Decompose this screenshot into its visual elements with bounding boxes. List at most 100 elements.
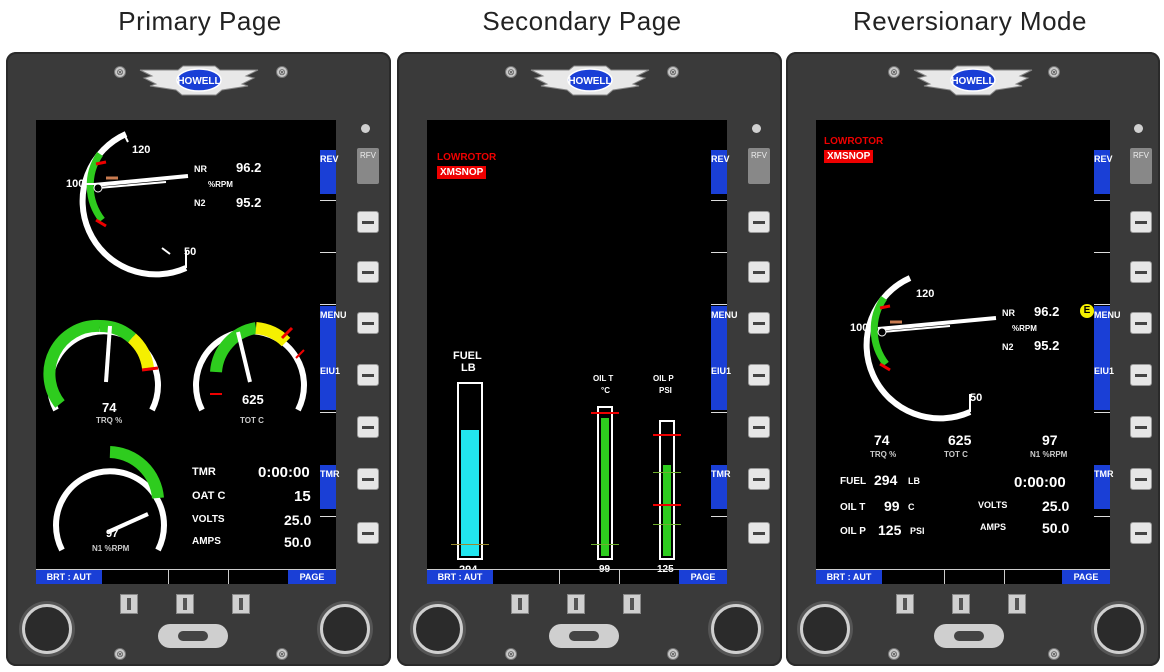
primary-display-bezel: ⊗ ⊗ HOWELL RFV REV MENU EIU1 TMR 120 100…: [6, 52, 391, 666]
bottom-button-1[interactable]: [120, 594, 138, 614]
bottom-button-2[interactable]: [952, 594, 970, 614]
right-bezel-button-3[interactable]: [1130, 312, 1152, 334]
rev-softkey[interactable]: REV: [1094, 150, 1113, 194]
bottom-button-3[interactable]: [1008, 594, 1026, 614]
rfv-key[interactable]: RFV: [748, 148, 770, 184]
right-bezel-button-5[interactable]: [1130, 416, 1152, 438]
screw-icon: ⊗: [888, 648, 900, 660]
right-bezel-button-2[interactable]: [357, 261, 379, 283]
primary-page-title: Primary Page: [118, 6, 282, 36]
right-bezel-button-4[interactable]: [748, 364, 770, 386]
tmr-label: TMR: [192, 466, 216, 478]
oil-temp-label: OIL T: [593, 374, 614, 383]
screw-icon: ⊗: [667, 648, 679, 660]
right-bezel-button-6[interactable]: [357, 468, 379, 490]
left-rotary-knob[interactable]: [800, 604, 850, 654]
eiu-softkey[interactable]: EIU1: [711, 362, 731, 410]
right-bezel-button-6[interactable]: [1130, 468, 1152, 490]
menu-softkey[interactable]: MENU: [711, 306, 738, 362]
volts-value: 25.0: [1042, 498, 1070, 514]
tot-gauge: [193, 322, 307, 412]
right-bezel-button-4[interactable]: [357, 364, 379, 386]
brightness-softkey[interactable]: BRT : AUT: [816, 570, 882, 584]
right-bezel-button-3[interactable]: [748, 312, 770, 334]
reversionary-display-bezel: ⊗ ⊗ HOWELL RFV REV MENU EIU1 TMR LOWROTO…: [786, 52, 1160, 666]
rotor-tick-50: 50: [970, 392, 983, 404]
reversionary-mode-title: Reversionary Mode: [853, 6, 1087, 36]
trq-label: TRQ %: [870, 450, 897, 459]
rotor-tick-120: 120: [916, 288, 935, 300]
oat-value: 15: [294, 488, 311, 505]
brand-text: HOWELL: [568, 76, 611, 87]
brightness-softkey[interactable]: BRT : AUT: [427, 570, 493, 584]
bottom-button-2[interactable]: [567, 594, 585, 614]
screw-icon: ⊗: [1048, 66, 1060, 78]
n2-label: N2: [1002, 342, 1014, 352]
left-rotary-knob[interactable]: [22, 604, 72, 654]
screw-icon: ⊗: [114, 648, 126, 660]
right-bezel-button-7[interactable]: [357, 522, 379, 544]
right-bezel-button-3[interactable]: [357, 312, 379, 334]
right-rotary-knob[interactable]: [711, 604, 761, 654]
nr-label: NR: [194, 164, 207, 174]
center-slot-control[interactable]: [934, 624, 1004, 648]
right-rotary-knob[interactable]: [1094, 604, 1144, 654]
right-bezel-button-5[interactable]: [748, 416, 770, 438]
center-slot-control[interactable]: [158, 624, 228, 648]
page-softkey[interactable]: PAGE: [679, 570, 727, 584]
bottom-button-3[interactable]: [232, 594, 250, 614]
tmr-softkey[interactable]: TMR: [320, 465, 340, 509]
amps-label: AMPS: [192, 536, 221, 547]
xmsnop-alert: XMSNOP: [437, 166, 487, 179]
screw-icon: ⊗: [505, 648, 517, 660]
rev-softkey[interactable]: REV: [711, 150, 730, 194]
bottom-button-3[interactable]: [623, 594, 641, 614]
right-bezel-button-1[interactable]: [748, 211, 770, 233]
center-slot-control[interactable]: [549, 624, 619, 648]
n2-label: N2: [194, 198, 206, 208]
right-bezel-button-7[interactable]: [748, 522, 770, 544]
low-rotor-alert: LOWROTOR: [824, 136, 884, 147]
bottom-softkey-bar: BRT : AUT PAGE: [36, 569, 336, 584]
right-bezel-button-1[interactable]: [357, 211, 379, 233]
rev-softkey[interactable]: REV: [320, 150, 339, 194]
tmr-softkey[interactable]: TMR: [711, 465, 731, 509]
screw-icon: ⊗: [505, 66, 517, 78]
bottom-button-1[interactable]: [511, 594, 529, 614]
right-bezel-button-6[interactable]: [748, 468, 770, 490]
screw-icon: ⊗: [1048, 648, 1060, 660]
menu-softkey[interactable]: MENU: [1094, 306, 1121, 362]
tmr-softkey[interactable]: TMR: [1094, 465, 1114, 509]
howell-logo: HOWELL: [139, 65, 258, 96]
rfv-key[interactable]: RFV: [1130, 148, 1152, 184]
page-softkey[interactable]: PAGE: [1062, 570, 1110, 584]
tot-value: 625: [242, 392, 264, 407]
n1-value: 97: [106, 528, 119, 540]
brand-text: HOWELL: [951, 76, 994, 87]
reversionary-screen: REV MENU EIU1 TMR LOWROTOR XMSNOP 120 10…: [816, 120, 1121, 584]
bottom-button-2[interactable]: [176, 594, 194, 614]
n2-value: 95.2: [1034, 338, 1060, 353]
screw-icon: ⊗: [276, 648, 288, 660]
rotor-rpm-gauge: [79, 131, 189, 278]
left-rotary-knob[interactable]: [413, 604, 463, 654]
n2-value: 95.2: [236, 195, 262, 210]
rpm-unit: %RPM: [208, 180, 233, 189]
brightness-softkey[interactable]: BRT : AUT: [36, 570, 102, 584]
rfv-key[interactable]: RFV: [357, 148, 379, 184]
right-bezel-button-5[interactable]: [357, 416, 379, 438]
right-bezel-button-1[interactable]: [1130, 211, 1152, 233]
right-bezel-button-7[interactable]: [1130, 522, 1152, 544]
right-bezel-button-4[interactable]: [1130, 364, 1152, 386]
eiu-softkey[interactable]: EIU1: [1094, 362, 1114, 410]
page-softkey[interactable]: PAGE: [288, 570, 336, 584]
right-rotary-knob[interactable]: [320, 604, 370, 654]
right-bezel-button-2[interactable]: [748, 261, 770, 283]
bottom-button-1[interactable]: [896, 594, 914, 614]
oil-temp-bar: [597, 406, 613, 560]
tot-label: TOT C: [240, 416, 264, 425]
rotor-tick-100: 100: [850, 322, 869, 334]
primary-screen: REV MENU EIU1 TMR 120 100 50 NR 96.2 %RP…: [36, 120, 347, 584]
bottom-softkey-bar: BRT : AUT PAGE: [816, 569, 1110, 584]
right-bezel-button-2[interactable]: [1130, 261, 1152, 283]
